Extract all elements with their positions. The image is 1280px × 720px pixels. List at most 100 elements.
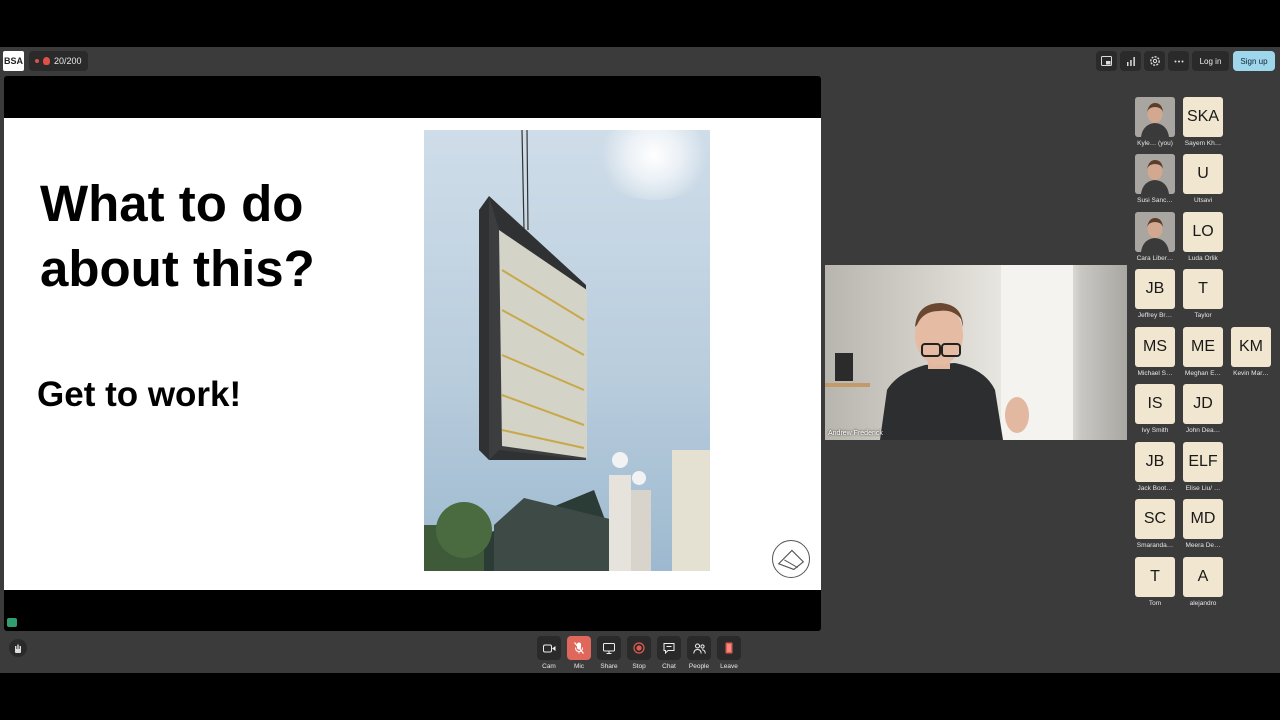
participant-initials: MS: [1143, 338, 1167, 355]
slide-title: What to do about this?: [40, 175, 315, 297]
slide-subtitle: Get to work!: [37, 375, 242, 414]
participant-initials: JD: [1193, 395, 1213, 412]
participant-initials: A: [1197, 568, 1209, 585]
participant-initials: U: [1197, 165, 1209, 182]
participant-name: Elise Liu/ …: [1185, 485, 1221, 492]
participant-initials: ME: [1191, 338, 1215, 355]
stats-button[interactable]: [1120, 51, 1141, 71]
chat-button[interactable]: [657, 636, 681, 660]
participant-count: 20/200: [54, 56, 82, 66]
participant-name: Meghan E…: [1184, 370, 1222, 377]
more-icon: [1174, 60, 1183, 62]
participant-tile[interactable]: ELF: [1183, 442, 1223, 482]
participant-name: Smaranda…: [1136, 542, 1174, 549]
participant-initials: LO: [1192, 223, 1214, 240]
participant-initials: SKA: [1186, 108, 1219, 125]
brand-logo: BSA: [3, 51, 24, 71]
participant-name: Tom: [1148, 600, 1162, 607]
participant-initials: T: [1198, 280, 1208, 297]
participant-tile[interactable]: [1135, 212, 1175, 252]
presentation-slide: What to do about this? Get to work!: [4, 118, 821, 590]
leave-button[interactable]: [717, 636, 741, 660]
participant-tile[interactable]: KM: [1231, 327, 1271, 367]
hand-icon: [15, 644, 21, 653]
speaker-video: [825, 265, 1073, 440]
settings-button[interactable]: [1144, 51, 1165, 71]
participant-name: Kyle… (you): [1137, 140, 1173, 147]
people-button[interactable]: [687, 636, 711, 660]
participant-tile[interactable]: MD: [1183, 499, 1223, 539]
participant-tile[interactable]: LO: [1183, 212, 1223, 252]
participant-initials: JB: [1145, 453, 1165, 470]
participant-tile[interactable]: JB: [1135, 442, 1175, 482]
share-button[interactable]: [597, 636, 621, 660]
participant-initials: ELF: [1188, 453, 1218, 470]
participant-tile[interactable]: U: [1183, 154, 1223, 194]
participant-tile[interactable]: ME: [1183, 327, 1223, 367]
participant-name: Sayem Kh…: [1184, 140, 1222, 147]
participant-name: Ivy Smith: [1141, 427, 1169, 434]
speaker-name: Andrew Frederick: [828, 430, 883, 437]
participant-tile[interactable]: A: [1183, 557, 1223, 597]
participant-name: Taylor: [1194, 312, 1212, 319]
pip-button[interactable]: [1096, 51, 1117, 71]
settings-icon: [1149, 56, 1160, 66]
participant-name: Meera De…: [1185, 542, 1221, 549]
participant-name: Jeffrey Br…: [1137, 312, 1173, 319]
active-speaker-tile[interactable]: Andrew Frederick: [825, 265, 1127, 440]
participant-initials: T: [1150, 568, 1160, 585]
mic-button[interactable]: [567, 636, 591, 660]
participant-name: alejandro: [1189, 600, 1217, 607]
camera-icon: [542, 644, 555, 652]
login-button[interactable]: Log in: [1192, 51, 1229, 71]
stats-icon: [1126, 56, 1135, 66]
participant-initials: SC: [1143, 510, 1167, 527]
participant-initials: MD: [1190, 510, 1216, 527]
screen-share-view: What to do about this? Get to work!: [4, 76, 821, 631]
participant-name: John Dea…: [1185, 427, 1221, 434]
participant-name: Susi Sanc…: [1137, 197, 1173, 204]
participant-tile[interactable]: SKA: [1183, 97, 1223, 137]
live-dot-icon: [35, 59, 39, 63]
participant-count-badge[interactable]: 20/200: [29, 51, 88, 71]
brand-mark-icon: [772, 540, 810, 578]
cam-button[interactable]: [537, 636, 561, 660]
participant-name: Utsavi: [1193, 197, 1213, 204]
speaker-indicator-icon: [7, 618, 17, 627]
pip-icon: [1101, 56, 1112, 66]
construction-scene: [424, 130, 710, 571]
participant-name: Cara Liber…: [1136, 255, 1174, 262]
participant-tile[interactable]: IS: [1135, 384, 1175, 424]
participant-tile[interactable]: [1135, 97, 1175, 137]
participant-initials: IS: [1147, 395, 1163, 412]
participant-initials: JB: [1145, 280, 1165, 297]
people-icon: [692, 643, 706, 654]
more-button[interactable]: [1168, 51, 1189, 71]
construction-photo: [424, 130, 710, 571]
reactions-button[interactable]: [9, 639, 27, 657]
signup-button[interactable]: Sign up: [1233, 51, 1275, 71]
participant-tile[interactable]: JD: [1183, 384, 1223, 424]
participant-avatar: [1135, 154, 1175, 194]
stop-button[interactable]: [627, 636, 651, 660]
participant-tile[interactable]: T: [1183, 269, 1223, 309]
participant-name: Michael S…: [1137, 370, 1173, 377]
mic-muted-icon: [574, 642, 584, 654]
participant-avatar: [1135, 97, 1175, 137]
leave-icon: [725, 642, 733, 654]
participant-name: Luda Orlik: [1188, 255, 1218, 262]
participant-name: Jack Boot…: [1137, 485, 1173, 492]
participant-tile[interactable]: T: [1135, 557, 1175, 597]
participant-initials: KM: [1239, 338, 1263, 355]
participant-tile[interactable]: JB: [1135, 269, 1175, 309]
participant-tile[interactable]: MS: [1135, 327, 1175, 367]
meeting-app: BSA 20/200 Log in Sign up What to do abo…: [0, 47, 1280, 673]
chat-icon: [663, 643, 675, 654]
hand-icon: [43, 57, 50, 65]
participant-tile[interactable]: [1135, 154, 1175, 194]
participant-name: Kevin Mar…: [1233, 370, 1269, 377]
participant-avatar: [1135, 212, 1175, 252]
screen-share-icon: [603, 642, 615, 654]
participant-tile[interactable]: SC: [1135, 499, 1175, 539]
leave-label: Leave: [720, 663, 738, 670]
